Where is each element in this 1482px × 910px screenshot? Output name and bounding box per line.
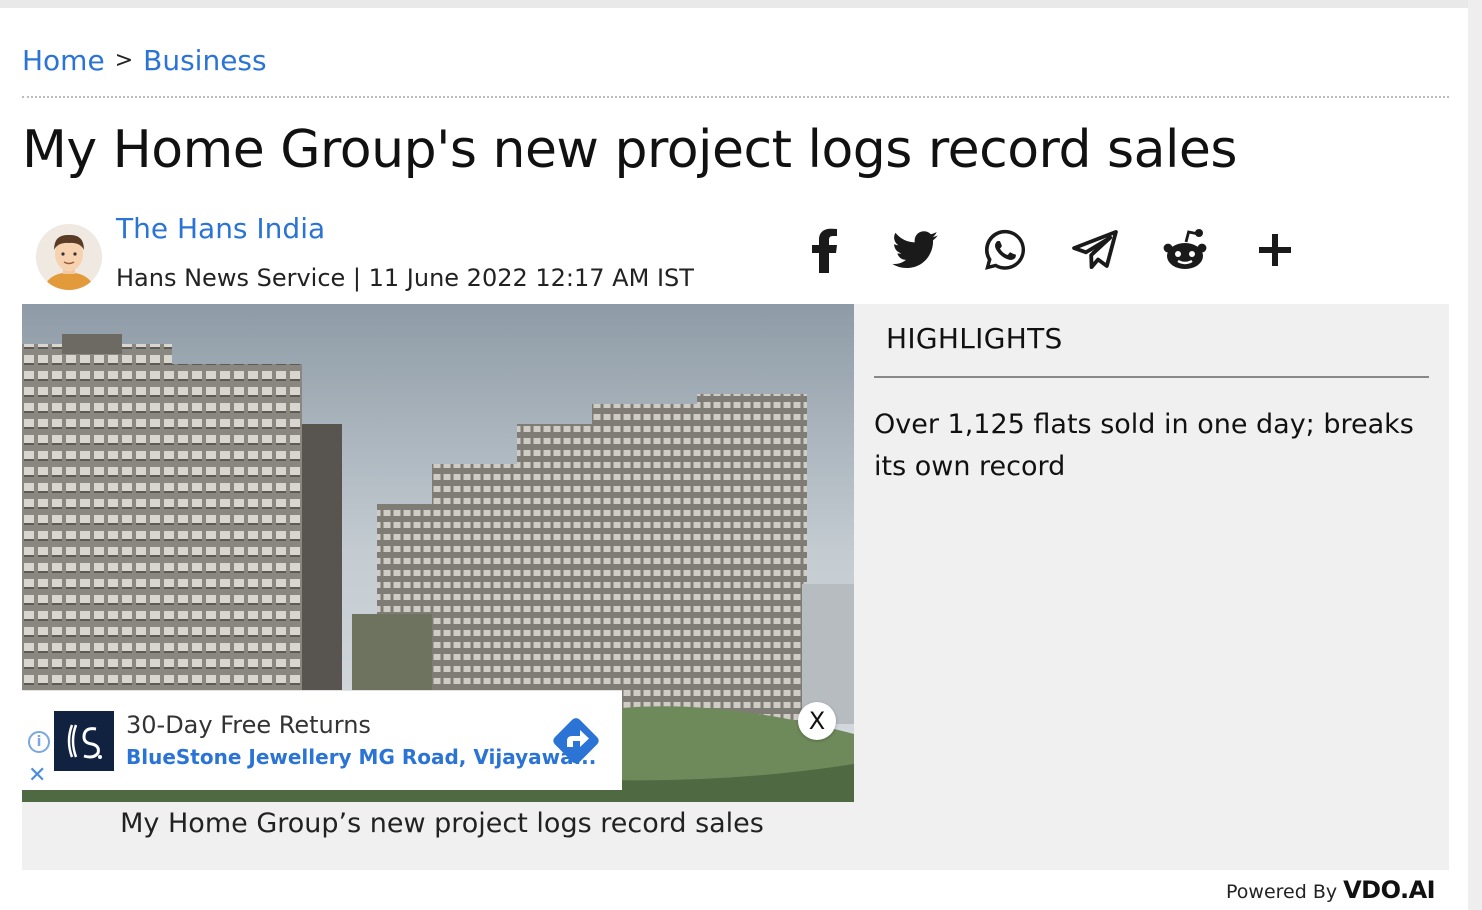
divider [22, 96, 1449, 98]
highlights-text: Over 1,125 flats sold in one day; breaks… [874, 409, 1414, 482]
ad-title[interactable]: 30-Day Free Returns [126, 711, 371, 739]
ad-info-icon[interactable]: i [28, 731, 50, 753]
plus-icon[interactable] [1230, 222, 1320, 278]
image-caption: My Home Group’s new project logs record … [120, 808, 764, 839]
vdo-ai-brand[interactable]: VDO.AI [1343, 876, 1436, 904]
share-bar [780, 222, 1320, 278]
directions-icon[interactable] [550, 715, 602, 767]
telegram-icon[interactable] [1050, 222, 1140, 278]
ad-subtitle[interactable]: BlueStone Jewellery MG Road, Vijayawa... [126, 745, 596, 769]
article-title: My Home Group's new project logs record … [22, 120, 1238, 180]
bluestone-logo-mark [67, 724, 102, 759]
ad-dismiss-icon[interactable]: ✕ [28, 763, 46, 788]
powered-by[interactable]: Powered By VDO.AI [1226, 876, 1436, 904]
breadcrumb-separator: > [114, 48, 134, 73]
whatsapp-icon[interactable] [960, 222, 1050, 278]
author-avatar [36, 224, 102, 290]
highlights-heading: HIGHLIGHTS [886, 322, 1063, 355]
highlights-divider [874, 376, 1429, 378]
ad-logo [54, 711, 114, 771]
author-link[interactable]: The Hans India [116, 212, 325, 245]
facebook-icon[interactable] [780, 222, 870, 278]
powered-by-label: Powered By [1226, 881, 1338, 903]
twitter-icon[interactable] [870, 222, 960, 278]
top-bar [0, 0, 1482, 8]
right-edge [1468, 0, 1482, 910]
breadcrumb-home-link[interactable]: Home [22, 44, 105, 77]
avatar-illustration [36, 224, 102, 290]
ad-banner[interactable]: i ✕ 30-Day Free Returns BlueStone Jewell… [22, 690, 622, 790]
reddit-icon[interactable] [1140, 222, 1230, 278]
breadcrumb: Home > Business [22, 44, 267, 77]
breadcrumb-business-link[interactable]: Business [143, 44, 266, 77]
close-ad-button[interactable]: X [798, 702, 836, 740]
byline: Hans News Service | 11 June 2022 12:17 A… [116, 264, 694, 292]
